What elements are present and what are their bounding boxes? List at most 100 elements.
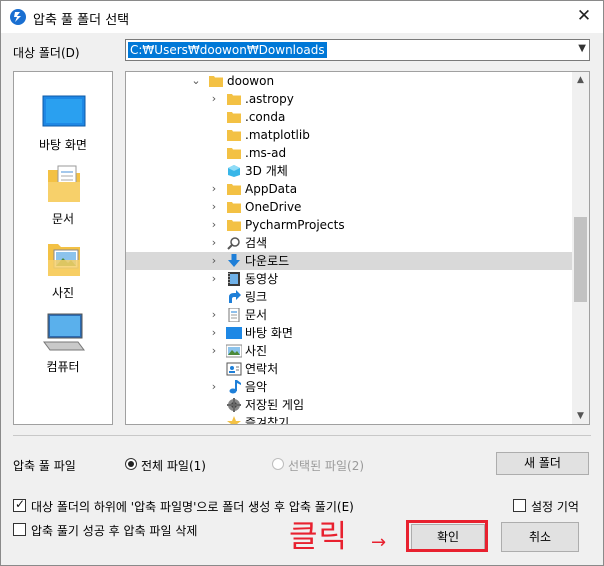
app-icon	[10, 9, 26, 25]
computer-icon	[43, 313, 85, 351]
tree-item-label: 다운로드	[245, 254, 290, 268]
desktop-icon	[226, 327, 242, 339]
chevron-right-icon[interactable]: ›	[208, 378, 220, 396]
chevron-right-icon[interactable]: ›	[208, 180, 220, 198]
tree-item-label: 검색	[245, 236, 268, 250]
tree-item[interactable]: › 검색	[126, 234, 572, 252]
contacts-icon	[226, 362, 242, 376]
place-documents[interactable]: 문서	[14, 162, 112, 232]
place-desktop[interactable]: 바탕 화면	[14, 92, 112, 162]
tree-item-label: AppData	[245, 182, 298, 196]
chevron-down-icon[interactable]: ▼	[578, 43, 586, 54]
divider	[13, 435, 591, 436]
click-annotation-text: 클릭	[289, 519, 349, 555]
3d-objects-icon	[228, 165, 240, 177]
chevron-down-icon[interactable]: ⌄	[190, 72, 202, 90]
tree-item-label: 저장된 게임	[245, 398, 305, 412]
tree-item[interactable]: › PycharmProjects	[126, 216, 572, 234]
radio-all-files[interactable]: 전체 파일(1)	[125, 457, 225, 473]
click-highlight-box	[406, 520, 488, 552]
radio-indicator[interactable]	[125, 458, 137, 470]
place-computer[interactable]: 컴퓨터	[14, 310, 112, 384]
tree-item-label: OneDrive	[245, 200, 302, 214]
close-button[interactable]: ✕	[571, 5, 597, 29]
tree-item-label: 문서	[245, 308, 268, 322]
chevron-right-icon[interactable]: ›	[208, 234, 220, 252]
folder-icon	[227, 94, 241, 105]
cancel-button[interactable]: 취소	[501, 522, 579, 552]
remember-settings-checkbox[interactable]: 설정 기억	[513, 499, 593, 514]
tree-item[interactable]: 링크	[126, 288, 572, 306]
radio-label: 전체 파일(1)	[141, 459, 206, 473]
pictures-icon	[48, 244, 80, 276]
tree-item[interactable]: › OneDrive	[126, 198, 572, 216]
delete-archive-checkbox[interactable]: 압축 풀기 성공 후 압축 파일 삭제	[13, 523, 223, 538]
chevron-right-icon[interactable]: ›	[208, 216, 220, 234]
tree-item-label: 3D 개체	[245, 164, 288, 178]
tree-item-label: doowon	[227, 74, 275, 88]
tree-item-label: 음악	[245, 380, 268, 394]
folder-tree[interactable]: ⌄ doowon › .astropy .conda .matplotlib .…	[125, 71, 590, 425]
desktop-icon	[42, 95, 86, 127]
tree-item[interactable]: › 문서	[126, 306, 572, 324]
tree-scrollbar[interactable]: ▲ ▼	[572, 72, 589, 424]
target-folder-combo[interactable]: C:₩Users₩doowon₩Downloads ▼	[125, 39, 590, 61]
tree-item[interactable]: .conda	[126, 108, 572, 126]
radio-selected-files[interactable]: 선택된 파일(2)	[272, 457, 382, 473]
folder-icon	[209, 76, 223, 87]
tree-item[interactable]: › 사진	[126, 342, 572, 360]
documents-icon	[48, 165, 80, 202]
tree-item[interactable]: 3D 개체	[126, 162, 572, 180]
tree-item-label: 즐겨찾기	[245, 416, 290, 425]
download-icon	[228, 254, 240, 267]
chevron-right-icon[interactable]: ›	[208, 306, 220, 324]
extract-folder-dialog: 압축 풀 폴더 선택 ✕ 대상 폴더(D) C:₩Users₩doowon₩Do…	[0, 0, 604, 566]
pictures-icon	[226, 344, 242, 358]
tree-item-label: 동영상	[245, 272, 279, 286]
tree-item-label: PycharmProjects	[245, 218, 345, 232]
radio-indicator[interactable]	[272, 458, 284, 470]
extract-files-label: 압축 풀 파일	[13, 459, 76, 473]
chevron-right-icon[interactable]: ›	[208, 342, 220, 360]
place-pictures[interactable]: 사진	[14, 236, 112, 306]
tree-item-doowon[interactable]: ⌄ doowon	[126, 72, 572, 90]
tree-item[interactable]: › 동영상	[126, 270, 572, 288]
checkbox-label: 설정 기억	[531, 500, 579, 514]
tree-item-label: 연락처	[245, 362, 279, 376]
place-label: 컴퓨터	[46, 360, 80, 374]
checkbox-label: 압축 풀기 성공 후 압축 파일 삭제	[31, 524, 198, 538]
star-icon	[227, 416, 241, 424]
checkbox-indicator[interactable]	[13, 497, 26, 512]
tree-item[interactable]: › .astropy	[126, 90, 572, 108]
tree-item[interactable]: .matplotlib	[126, 126, 572, 144]
scroll-down-icon[interactable]: ▼	[572, 408, 589, 424]
new-folder-button[interactable]: 새 폴더	[496, 452, 589, 475]
chevron-right-icon[interactable]: ›	[208, 324, 220, 342]
tree-item-label: .ms-ad	[245, 146, 287, 160]
checkbox-indicator[interactable]	[513, 499, 526, 512]
chevron-right-icon[interactable]: ›	[208, 90, 220, 108]
target-folder-label: 대상 폴더(D)	[13, 46, 80, 60]
tree-item[interactable]: 연락처	[126, 360, 572, 378]
tree-item[interactable]: .ms-ad	[126, 144, 572, 162]
folder-icon	[227, 184, 241, 195]
target-folder-value[interactable]: C:₩Users₩doowon₩Downloads	[128, 42, 327, 58]
tree-item-label: .conda	[245, 110, 286, 124]
tree-item[interactable]: › AppData	[126, 180, 572, 198]
chevron-right-icon[interactable]: ›	[208, 198, 220, 216]
scroll-thumb[interactable]	[574, 217, 587, 302]
search-icon	[227, 237, 240, 250]
tree-item[interactable]: 저장된 게임	[126, 396, 572, 414]
tree-item[interactable]: › 바탕 화면	[126, 324, 572, 342]
title-bar: 압축 풀 폴더 선택 ✕	[1, 1, 603, 33]
tree-item[interactable]: › 음악	[126, 378, 572, 396]
chevron-right-icon[interactable]: ›	[208, 270, 220, 288]
dialog-title: 압축 풀 폴더 선택	[33, 13, 130, 28]
checkbox-indicator[interactable]	[13, 523, 26, 536]
tree-item-downloads[interactable]: › 다운로드	[126, 252, 572, 270]
scroll-up-icon[interactable]: ▲	[572, 72, 589, 88]
radio-label: 선택된 파일(2)	[288, 459, 365, 473]
music-icon	[229, 380, 241, 394]
chevron-right-icon[interactable]: ›	[208, 252, 220, 270]
tree-item[interactable]: 즐겨찾기	[126, 414, 572, 425]
